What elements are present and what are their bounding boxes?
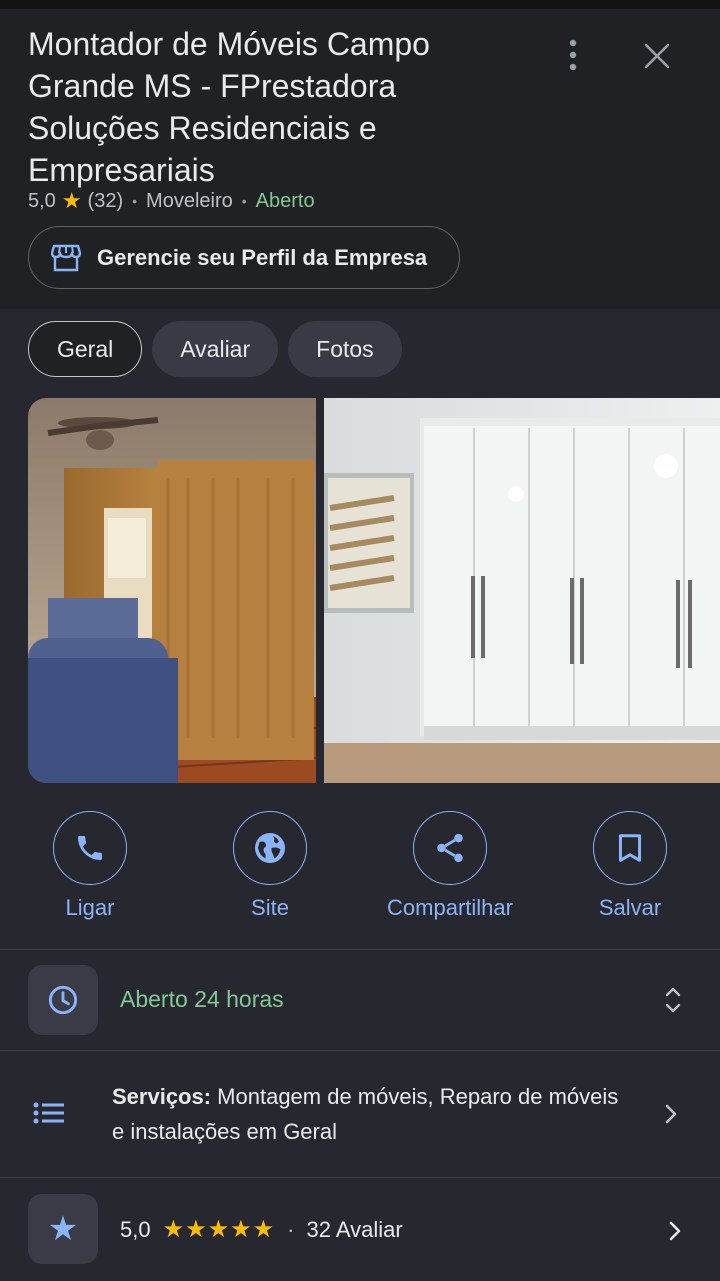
rating-value: 5,0 <box>28 190 56 212</box>
call-action[interactable]: Ligar <box>0 811 180 921</box>
storefront-icon <box>51 244 81 271</box>
expand-hours-button[interactable] <box>658 985 688 1015</box>
tab-geral[interactable]: Geral <box>28 321 143 377</box>
clock-icon <box>48 985 78 1015</box>
website-action[interactable]: Site <box>180 811 360 921</box>
chevron-right-icon <box>669 1221 681 1241</box>
list-icon <box>33 1102 64 1124</box>
share-label: Compartilhar <box>387 895 513 920</box>
more-vert-icon <box>569 39 577 71</box>
close-button[interactable] <box>636 35 678 77</box>
rating-stars: ★★★★★ <box>162 1216 276 1243</box>
manage-profile-button[interactable]: Gerencie seu Perfil da Empresa <box>28 226 460 289</box>
services-label: Serviços: <box>112 1084 212 1109</box>
unfold-icon <box>665 987 681 1013</box>
wardrobe-wood-image <box>28 398 316 783</box>
tab-fotos[interactable]: Fotos <box>288 321 402 377</box>
share-action[interactable]: Compartilhar <box>360 811 540 921</box>
globe-icon <box>255 833 285 863</box>
hours-icon-tile <box>28 965 98 1035</box>
tab-bar: Geral Avaliar Fotos <box>28 321 402 377</box>
call-button[interactable] <box>53 811 127 885</box>
rating-chevron <box>660 1216 690 1246</box>
place-category: Moveleiro <box>146 190 233 212</box>
save-action[interactable]: Salvar <box>540 811 720 921</box>
rating-summary: 5,0 ★★★★★ · 32 Avaliar <box>120 1215 403 1244</box>
hours-status: Aberto 24 horas <box>120 986 284 1012</box>
photo-wardrobe-white[interactable] <box>324 398 720 783</box>
bookmark-icon <box>618 834 642 862</box>
review-count-link: 32 Avaliar <box>306 1216 403 1242</box>
hours-row[interactable]: Aberto 24 horas <box>0 950 720 1050</box>
tab-avaliar[interactable]: Avaliar <box>152 321 279 377</box>
rating-row[interactable]: ★ 5,0 ★★★★★ · 32 Avaliar <box>0 1178 720 1281</box>
photo-wardrobe-wood[interactable] <box>28 398 316 783</box>
rating-value: 5,0 <box>120 1216 151 1242</box>
separator-dot: • <box>132 193 138 209</box>
place-details: Geral Avaliar Fotos Ligar Site Compartil… <box>0 309 720 1281</box>
website-label: Site <box>251 895 289 920</box>
photo-carousel[interactable] <box>28 398 720 783</box>
share-button[interactable] <box>413 811 487 885</box>
services-row[interactable]: Serviços: Montagem de móveis, Reparo de … <box>0 1051 720 1177</box>
phone-icon <box>78 836 102 860</box>
more-options-button[interactable] <box>556 37 590 73</box>
website-button[interactable] <box>233 811 307 885</box>
place-meta: 5,0 ★ (32) • Moveleiro • Aberto <box>28 189 315 213</box>
chevron-right-icon <box>665 1104 677 1124</box>
star-icon: ★ <box>61 188 82 213</box>
place-header: Montador de Móveis Campo Grande MS - FPr… <box>0 9 720 309</box>
services-chevron <box>656 1099 686 1129</box>
action-buttons: Ligar Site Compartilhar Salvar <box>0 811 720 929</box>
status-strip <box>0 0 720 9</box>
save-label: Salvar <box>598 895 662 920</box>
place-title: Montador de Móveis Campo Grande MS - FPr… <box>28 26 430 188</box>
save-button[interactable] <box>593 811 667 885</box>
manage-profile-label: Gerencie seu Perfil da Empresa <box>97 244 428 270</box>
rating-icon-tile: ★ <box>28 1194 98 1264</box>
share-icon <box>437 833 463 863</box>
open-status: Aberto <box>255 190 315 212</box>
star-icon: ★ <box>47 1210 79 1248</box>
review-count[interactable]: (32) <box>88 189 124 213</box>
rating-separator: · <box>287 1216 295 1242</box>
separator-dot: • <box>241 193 247 209</box>
wardrobe-white-image <box>324 398 720 783</box>
services-description: Serviços: Montagem de móveis, Reparo de … <box>112 1079 632 1149</box>
close-icon <box>644 43 670 69</box>
call-label: Ligar <box>65 895 115 920</box>
